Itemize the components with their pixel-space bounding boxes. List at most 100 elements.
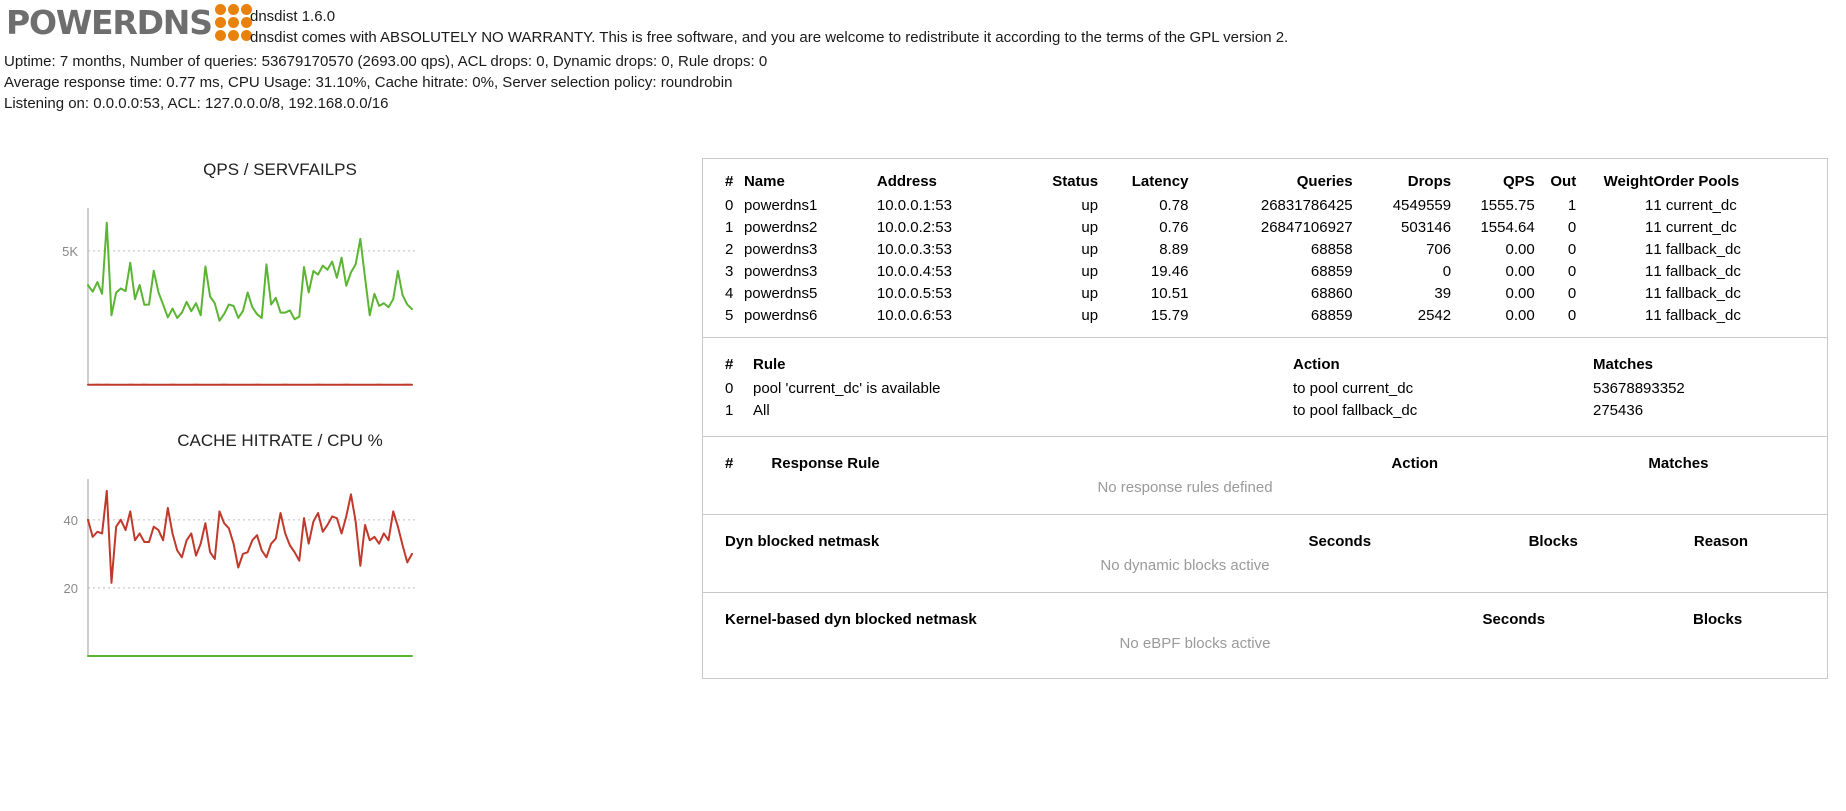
response-rules-section: # Response Rule Action Matches No respon…	[703, 437, 1827, 515]
server-latency: 0.76	[1159, 219, 1189, 236]
th-rule-index: #	[725, 356, 734, 373]
server-index: 3	[725, 263, 734, 280]
server-row[interactable]: 3 powerdns3 10.0.0.4:53 up 19.46 68859 0 0.00 0 1…	[725, 261, 1805, 283]
server-index: 1	[725, 219, 734, 236]
server-queries: 68860	[1310, 285, 1353, 302]
rules-table: # Rule Action Matches 0 pool 'current_dc'…	[725, 354, 1805, 422]
server-out: 0	[1567, 241, 1577, 258]
server-drops: 39	[1434, 285, 1452, 302]
th-dyn-netmask: Dyn blocked netmask	[725, 533, 880, 550]
rule-matches: 275436	[1593, 402, 1644, 419]
chart-qps-title: QPS / SERVFAILPS	[203, 160, 357, 179]
servers-table: # Name Address Status Latency Queries Dr…	[725, 171, 1805, 327]
th-dyn-reason: Reason	[1693, 533, 1749, 550]
server-queries: 26831786425	[1260, 197, 1353, 214]
chart-cpu-title: CACHE HITRATE / CPU %	[177, 431, 383, 450]
ebpf-blocks-header-row: Kernel-based dyn blocked netmask Seconds…	[725, 609, 1805, 633]
stats-summary: Uptime: 7 months, Number of queries: 536…	[4, 51, 767, 114]
th-latency: Latency	[1131, 173, 1189, 190]
rule-text: pool 'current_dc' is available	[753, 380, 941, 397]
dyn-blocks-empty: No dynamic blocks active	[1100, 557, 1270, 574]
server-drops: 4549559	[1392, 197, 1452, 214]
server-name: powerdns5	[743, 285, 818, 302]
server-name: powerdns3	[743, 263, 818, 280]
rule-row[interactable]: 0 pool 'current_dc' is available to pool c…	[725, 378, 1805, 400]
th-dyn-seconds: Seconds	[1308, 533, 1372, 550]
server-order-pools: 1 fallback_dc	[1653, 307, 1741, 324]
rule-text: All	[753, 402, 770, 419]
servers-header-row: # Name Address Status Latency Queries Dr…	[725, 171, 1805, 195]
ebpf-blocks-table: Kernel-based dyn blocked netmask Seconds…	[725, 609, 1805, 633]
server-index: 4	[725, 285, 734, 302]
server-qps: 1554.64	[1480, 219, 1535, 236]
chart-cpu-canvas[interactable]: 40 20	[0, 473, 560, 668]
rule-row[interactable]: 1 All to pool fallback_dc 275436	[725, 400, 1805, 422]
server-weight: 1	[1644, 241, 1654, 258]
server-order-pools: 1 fallback_dc	[1653, 263, 1741, 280]
th-drops: Drops	[1407, 173, 1452, 190]
th-qps: QPS	[1503, 173, 1535, 190]
response-rules-table: # Response Rule Action Matches	[725, 453, 1805, 477]
server-row[interactable]: 4 powerdns5 10.0.0.5:53 up 10.51 68860 39 0.00 0…	[725, 283, 1805, 305]
chart-series-line	[87, 221, 413, 322]
th-rr-rule: Response Rule	[771, 455, 880, 472]
server-qps: 0.00	[1505, 241, 1535, 258]
rule-matches: 53678893352	[1593, 380, 1685, 397]
server-drops: 2542	[1417, 307, 1452, 324]
version-text: dnsdist 1.6.0	[250, 8, 336, 25]
server-index: 5	[725, 307, 734, 324]
server-out: 0	[1567, 219, 1577, 236]
th-rr-matches: Matches	[1648, 455, 1709, 472]
server-out: 0	[1567, 263, 1577, 280]
powerdns-logo[interactable]: POWERDNS	[0, 0, 252, 42]
server-weight: 1	[1644, 285, 1654, 302]
version-block: dnsdist 1.6.0 dnsdist comes with ABSOLUT…	[250, 0, 1288, 48]
response-rules-empty: No response rules defined	[1097, 479, 1273, 496]
server-latency: 19.46	[1150, 263, 1189, 280]
th-name: Name	[743, 173, 785, 190]
server-status: up	[1081, 219, 1099, 236]
th-rr-index: #	[725, 455, 734, 472]
th-order-pools: Order Pools	[1653, 171, 1805, 195]
rules-body: 0 pool 'current_dc' is available to pool c…	[725, 378, 1805, 422]
server-address: 10.0.0.1:53	[876, 197, 952, 214]
server-row[interactable]: 1 powerdns2 10.0.0.2:53 up 0.76 26847106927 50…	[725, 217, 1805, 239]
server-out: 0	[1567, 307, 1577, 324]
server-status: up	[1081, 285, 1099, 302]
server-row[interactable]: 2 powerdns3 10.0.0.3:53 up 8.89 68858 706 0.00 0…	[725, 239, 1805, 261]
server-address: 10.0.0.3:53	[876, 241, 952, 258]
rule-action: to pool fallback_dc	[1293, 402, 1418, 419]
server-latency: 0.78	[1159, 197, 1189, 214]
chart-qps-canvas[interactable]: 5K	[0, 202, 560, 397]
server-queries: 68858	[1310, 241, 1353, 258]
rules-section: # Rule Action Matches 0 pool 'current_dc'…	[703, 338, 1827, 437]
logo-wordmark: POWERDNS	[6, 2, 213, 42]
server-address: 10.0.0.2:53	[876, 219, 952, 236]
server-latency: 8.89	[1159, 241, 1189, 258]
th-ebpf-blocks: Blocks	[1693, 611, 1743, 628]
server-qps: 0.00	[1505, 307, 1535, 324]
server-weight: 1	[1644, 307, 1654, 324]
server-drops: 0	[1442, 263, 1452, 280]
server-address: 10.0.0.4:53	[876, 263, 952, 280]
th-out: Out	[1550, 173, 1577, 190]
server-status: up	[1081, 307, 1099, 324]
server-row[interactable]: 5 powerdns6 10.0.0.6:53 up 15.79 68859 2542 0.0…	[725, 305, 1805, 327]
charts-column: QPS / SERVFAILPS 5K CACHE HITRATE / CPU …	[0, 160, 560, 668]
rule-index: 0	[725, 380, 734, 397]
th-address: Address	[876, 173, 937, 190]
dyn-blocks-header-row: Dyn blocked netmask Seconds Blocks Reaso…	[725, 531, 1805, 555]
th-ebpf-seconds: Seconds	[1482, 611, 1546, 628]
server-name: powerdns6	[743, 307, 818, 324]
rule-index: 1	[725, 402, 734, 419]
rule-action: to pool current_dc	[1293, 380, 1414, 397]
server-address: 10.0.0.5:53	[876, 285, 952, 302]
th-status: Status	[1052, 173, 1099, 190]
server-qps: 0.00	[1505, 285, 1535, 302]
server-row[interactable]: 0 powerdns1 10.0.0.1:53 up 0.78 26831786425 45…	[725, 195, 1805, 217]
th-ebpf-netmask: Kernel-based dyn blocked netmask	[725, 611, 977, 628]
ebpf-blocks-empty: No eBPF blocks active	[1119, 635, 1271, 652]
server-queries: 26847106927	[1260, 219, 1353, 236]
server-order-pools: 1 fallback_dc	[1653, 241, 1741, 258]
th-pools: Pools	[1698, 173, 1740, 190]
